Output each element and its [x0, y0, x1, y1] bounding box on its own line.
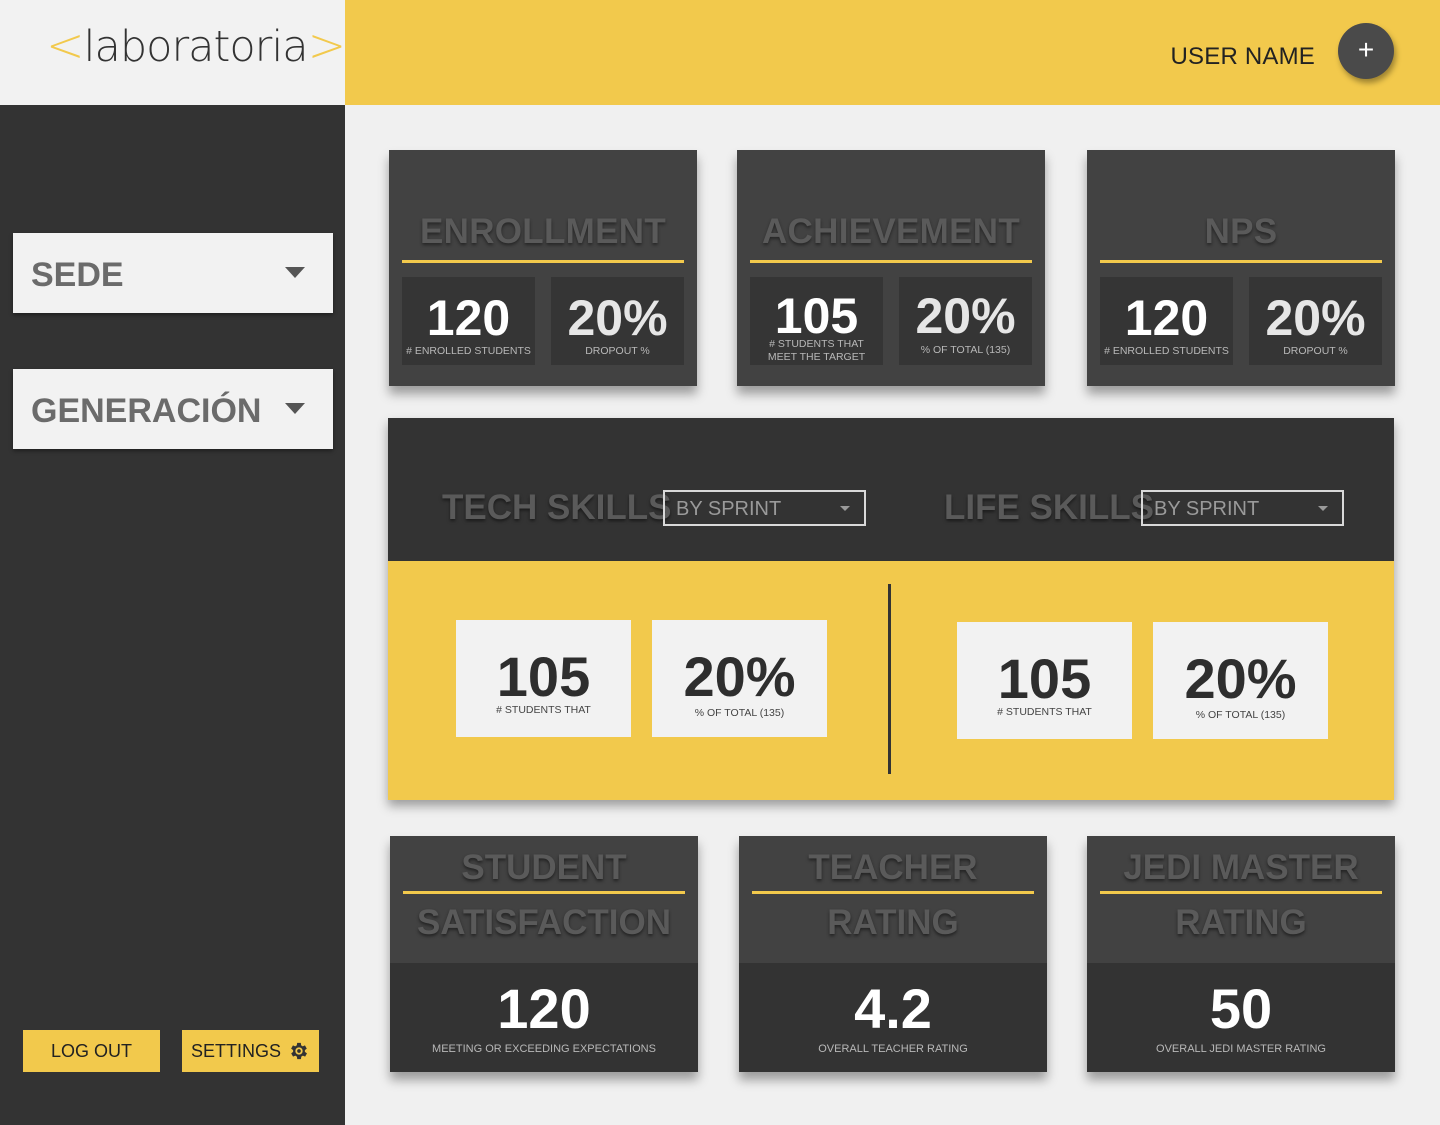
user-name[interactable]: USER NAME: [1171, 43, 1316, 71]
gear-icon: [291, 1042, 307, 1060]
logout-button-label: LOG OUT: [50, 1040, 132, 1061]
top-header: USER NAME +: [345, 0, 1440, 105]
title-divider: [403, 891, 685, 894]
jedi-master-rating-label: OVERALL JEDI MASTER RATING: [1156, 1043, 1326, 1055]
achievement-percent-stat: 20% % OF TOTAL (135): [899, 277, 1032, 365]
achievement-card: ACHIEVEMENT 105 # STUDENTS THAT MEET THE…: [737, 150, 1045, 386]
sede-select-label: SEDE: [31, 256, 124, 294]
teacher-rating-label: OVERALL TEACHER RATING: [818, 1043, 968, 1055]
skills-header: TECH SKILLS BY SPRINT LIFE SKILLS BY SPR…: [388, 418, 1394, 561]
tech-skills-filter-select[interactable]: BY SPRINT: [663, 490, 866, 526]
achievement-students-label-2: MEET THE TARGET: [767, 351, 866, 363]
jedi-master-rating-value: 50: [1209, 977, 1273, 1040]
nps-card: NPS 120 # ENROLLED STUDENTS 20% DROPOUT …: [1087, 150, 1395, 386]
enrollment-students-value: 120: [426, 290, 511, 346]
achievement-percent-label: % OF TOTAL (135): [920, 344, 1011, 356]
tech-skills-percent-stat: 20% % OF TOTAL (135): [652, 620, 827, 737]
tech-skills-filter-label: BY SPRINT: [676, 498, 782, 520]
student-satisfaction-value: 120: [497, 977, 591, 1040]
student-satisfaction-label: MEETING OR EXCEEDING EXPECTATIONS: [432, 1043, 656, 1055]
jedi-master-rating-card: JEDI MASTER RATING 50 OVERALL JEDI MASTE…: [1087, 836, 1395, 1072]
sidebar: SEDE GENERACIÓN LOG OUT SETTINGS: [0, 105, 345, 1125]
chevron-down-icon: [1318, 506, 1328, 511]
life-skills-percent-stat: 20% % OF TOTAL (135): [1153, 622, 1328, 739]
teacher-rating-title-1: TEACHER: [808, 848, 978, 887]
title-divider: [1100, 891, 1382, 894]
jedi-master-rating-title-2: RATING: [1175, 903, 1307, 942]
tech-skills-students-value: 105: [496, 645, 591, 708]
laboratoria-logo[interactable]: < laboratoria >: [46, 18, 346, 72]
settings-button[interactable]: SETTINGS: [182, 1030, 319, 1072]
enrollment-title: ENROLLMENT: [419, 212, 667, 251]
enrollment-dropout-label: DROPOUT %: [585, 345, 650, 357]
life-skills-students-value: 105: [997, 647, 1092, 710]
teacher-rating-title-2: RATING: [827, 903, 959, 942]
enrollment-students-label: # ENROLLED STUDENTS: [406, 345, 531, 357]
life-skills-title: LIFE SKILLS: [944, 488, 1154, 527]
enrollment-card: ENROLLMENT 120 # ENROLLED STUDENTS 20% D…: [389, 150, 697, 386]
achievement-students-stat: 105 # STUDENTS THAT MEET THE TARGET: [750, 277, 883, 365]
tech-skills-students-label: # STUDENTS THAT: [496, 704, 591, 716]
tech-skills-percent-value: 20%: [683, 645, 796, 708]
logout-button[interactable]: LOG OUT: [23, 1030, 160, 1072]
logo-open-bracket: <: [46, 18, 85, 72]
enrollment-students-stat: 120 # ENROLLED STUDENTS: [402, 277, 535, 365]
chevron-down-icon: [285, 403, 305, 414]
nps-title: NPS: [1204, 212, 1278, 251]
title-divider: [402, 260, 684, 263]
teacher-rating-card: TEACHER RATING 4.2 OVERALL TEACHER RATIN…: [739, 836, 1047, 1072]
achievement-percent-value: 20%: [915, 288, 1016, 344]
life-skills-percent-label: % OF TOTAL (135): [1195, 709, 1286, 721]
title-divider: [752, 891, 1034, 894]
teacher-rating-value: 4.2: [854, 977, 932, 1040]
title-divider: [750, 260, 1032, 263]
nps-students-value: 120: [1124, 290, 1209, 346]
logo-word: laboratoria: [83, 22, 309, 72]
generacion-select[interactable]: GENERACIÓN: [13, 369, 333, 449]
student-satisfaction-title-2: SATISFACTION: [416, 903, 672, 942]
nps-students-label: # ENROLLED STUDENTS: [1104, 345, 1229, 357]
tech-skills-students-stat: 105 # STUDENTS THAT: [456, 620, 631, 737]
tech-skills-percent-label: % OF TOTAL (135): [694, 707, 785, 719]
settings-button-label: SETTINGS: [190, 1040, 281, 1061]
chevron-down-icon: [285, 267, 305, 278]
add-button[interactable]: +: [1338, 23, 1394, 79]
life-skills-percent-value: 20%: [1184, 647, 1297, 710]
achievement-title: ACHIEVEMENT: [761, 212, 1021, 251]
skills-divider: [888, 584, 891, 774]
nps-students-stat: 120 # ENROLLED STUDENTS: [1100, 277, 1233, 365]
achievement-students-value: 105: [774, 288, 859, 344]
skills-body: 105 # STUDENTS THAT 20% % OF TOTAL (135)…: [388, 561, 1394, 800]
nps-dropout-value: 20%: [1265, 290, 1366, 346]
nps-dropout-label: DROPOUT %: [1283, 345, 1348, 357]
life-skills-filter-select[interactable]: BY SPRINT: [1141, 490, 1344, 526]
generacion-select-label: GENERACIÓN: [31, 392, 262, 430]
title-divider: [1100, 260, 1382, 263]
tech-skills-title: TECH SKILLS: [442, 488, 672, 527]
enrollment-dropout-stat: 20% DROPOUT %: [551, 277, 684, 365]
logo-close-bracket: >: [307, 18, 347, 72]
life-skills-students-stat: 105 # STUDENTS THAT: [957, 622, 1132, 739]
skills-panel: TECH SKILLS BY SPRINT LIFE SKILLS BY SPR…: [388, 418, 1394, 800]
student-satisfaction-card: STUDENT SATISFACTION 120 MEETING OR EXCE…: [390, 836, 698, 1072]
logo-area: < laboratoria >: [0, 0, 346, 105]
life-skills-filter-label: BY SPRINT: [1154, 498, 1260, 520]
enrollment-dropout-value: 20%: [567, 290, 668, 346]
chevron-down-icon: [840, 506, 850, 511]
sede-select[interactable]: SEDE: [13, 233, 333, 313]
nps-dropout-stat: 20% DROPOUT %: [1249, 277, 1382, 365]
life-skills-students-label: # STUDENTS THAT: [997, 706, 1092, 718]
achievement-students-label-1: # STUDENTS THAT: [769, 338, 864, 350]
student-satisfaction-title-1: STUDENT: [461, 848, 627, 887]
jedi-master-rating-title-1: JEDI MASTER: [1123, 848, 1359, 887]
